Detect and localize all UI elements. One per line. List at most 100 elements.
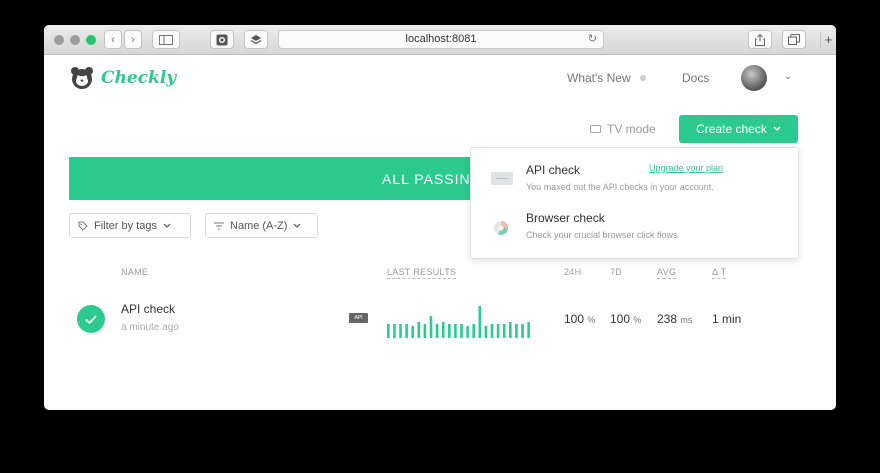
result-bar[interactable] [472, 324, 475, 338]
tabs-button[interactable] [782, 30, 806, 49]
result-bar[interactable] [387, 324, 390, 338]
upgrade-plan-link[interactable]: Upgrade your plan [649, 163, 723, 173]
chevron-left-icon: ‹ [111, 33, 115, 46]
result-bar[interactable] [454, 324, 457, 338]
result-bar[interactable] [496, 324, 500, 338]
notification-dot-icon [640, 75, 646, 81]
result-bar[interactable] [429, 316, 433, 338]
result-bar[interactable] [423, 324, 427, 338]
filter-by-tags-label: Filter by tags [94, 219, 157, 232]
api-check-icon [491, 172, 513, 185]
back-button[interactable]: ‹ [104, 30, 122, 49]
tv-mode-button[interactable]: TV mode [590, 122, 656, 136]
result-bar[interactable] [399, 324, 402, 338]
close-window-button[interactable] [54, 35, 64, 45]
column-header-avg[interactable]: AVG [657, 267, 677, 279]
chevron-down-icon [773, 126, 781, 131]
stat-avg: 238 ms [657, 312, 692, 326]
chevron-down-icon [294, 223, 301, 228]
menu-item-subtitle: You maxed out the API checks in your acc… [526, 182, 714, 192]
check-last-run: a minute ago [121, 322, 179, 333]
result-bar[interactable] [411, 326, 414, 338]
avatar[interactable] [741, 65, 767, 91]
result-bar[interactable] [527, 322, 530, 338]
reload-icon[interactable]: ↻ [588, 31, 597, 48]
column-header-name[interactable]: NAME [121, 267, 148, 277]
check-type-badge: API [349, 313, 368, 323]
new-tab-button[interactable]: + [820, 32, 836, 48]
status-passing-icon [77, 305, 105, 333]
stat-7d-value: 100 [610, 312, 631, 326]
url-text: localhost:8081 [405, 33, 477, 45]
sidebar-button[interactable] [152, 30, 180, 49]
result-bar[interactable] [521, 324, 524, 338]
result-bar[interactable] [490, 324, 494, 338]
menu-item-title: API check [526, 163, 581, 177]
tabs-icon [788, 34, 800, 45]
create-check-dropdown: API check You maxed out the API checks i… [470, 147, 799, 259]
result-bar[interactable] [435, 324, 439, 338]
column-header-delta-t[interactable]: Δ T [712, 267, 727, 279]
sidebar-icon [159, 34, 173, 45]
sort-select[interactable]: Name (A-Z) [205, 213, 318, 238]
column-header-last-results: LAST RESULTS [387, 267, 457, 279]
sort-icon [214, 222, 224, 229]
sort-label: Name (A-Z) [230, 219, 288, 232]
menu-item-api-check[interactable]: API check You maxed out the API checks i… [471, 152, 800, 202]
browser-check-icon [494, 221, 508, 235]
result-bar[interactable] [484, 326, 488, 338]
result-bar[interactable] [448, 324, 451, 338]
create-check-label: Create check [696, 122, 767, 136]
whats-new-link[interactable]: What's New [567, 71, 631, 85]
result-bar[interactable] [515, 324, 518, 338]
stat-24h: 100 % [564, 312, 595, 326]
stat-avg-unit: ms [680, 315, 693, 325]
stat-7d: 100 % [610, 312, 641, 326]
address-bar[interactable]: localhost:8081 ↻ [278, 30, 604, 49]
stat-24h-unit: % [587, 315, 596, 325]
stat-24h-value: 100 [564, 312, 585, 326]
docs-link[interactable]: Docs [682, 71, 709, 85]
browser-toolbar: ‹ › localhost:8081 ↻ + [44, 25, 836, 55]
menu-item-title: Browser check [526, 211, 605, 225]
result-bar[interactable] [441, 322, 445, 338]
result-bar[interactable] [460, 324, 463, 338]
chevron-down-icon [163, 223, 171, 228]
result-bar[interactable] [502, 324, 506, 338]
checkmark-icon [85, 315, 97, 325]
result-bar[interactable] [509, 322, 512, 338]
stat-delta-t: 1 min [712, 312, 742, 326]
maximize-window-button[interactable] [86, 35, 96, 45]
result-bar[interactable] [405, 324, 408, 338]
layers-icon [250, 34, 262, 44]
filter-by-tags-button[interactable]: Filter by tags [69, 213, 191, 238]
menu-item-subtitle: Check your crucial browser click flows. [526, 230, 681, 240]
last-results-sparkline[interactable] [387, 300, 537, 338]
column-header-24h[interactable]: 24H [564, 267, 581, 277]
share-icon [755, 33, 765, 46]
stat-avg-value: 238 [657, 312, 678, 326]
layers-extension-button[interactable] [244, 30, 268, 49]
forward-button[interactable]: › [124, 30, 142, 49]
column-header-7d[interactable]: 7D [610, 267, 622, 277]
result-bar[interactable] [466, 326, 469, 338]
browser-window: ‹ › localhost:8081 ↻ + Checkly What's Ne… [44, 25, 836, 410]
menu-item-browser-check[interactable]: Browser check Check your crucial browser… [471, 202, 800, 252]
extension-button[interactable] [210, 30, 234, 49]
check-name[interactable]: API check [121, 302, 175, 316]
result-bar[interactable] [393, 324, 396, 338]
camera-icon [216, 34, 228, 45]
chevron-down-icon[interactable]: ⌄ [784, 71, 792, 82]
status-banner-text: ALL PASSIN [382, 170, 471, 187]
brand-name[interactable]: Checkly [101, 68, 176, 88]
tag-icon [78, 221, 88, 231]
minimize-window-button[interactable] [70, 35, 80, 45]
tv-icon [590, 125, 601, 133]
result-bar[interactable] [417, 322, 421, 338]
result-bar[interactable] [478, 306, 482, 338]
share-button[interactable] [748, 30, 772, 49]
tv-mode-label: TV mode [607, 122, 656, 136]
create-check-button[interactable]: Create check [679, 115, 798, 143]
stat-7d-unit: % [633, 315, 642, 325]
chevron-right-icon: › [131, 33, 135, 46]
